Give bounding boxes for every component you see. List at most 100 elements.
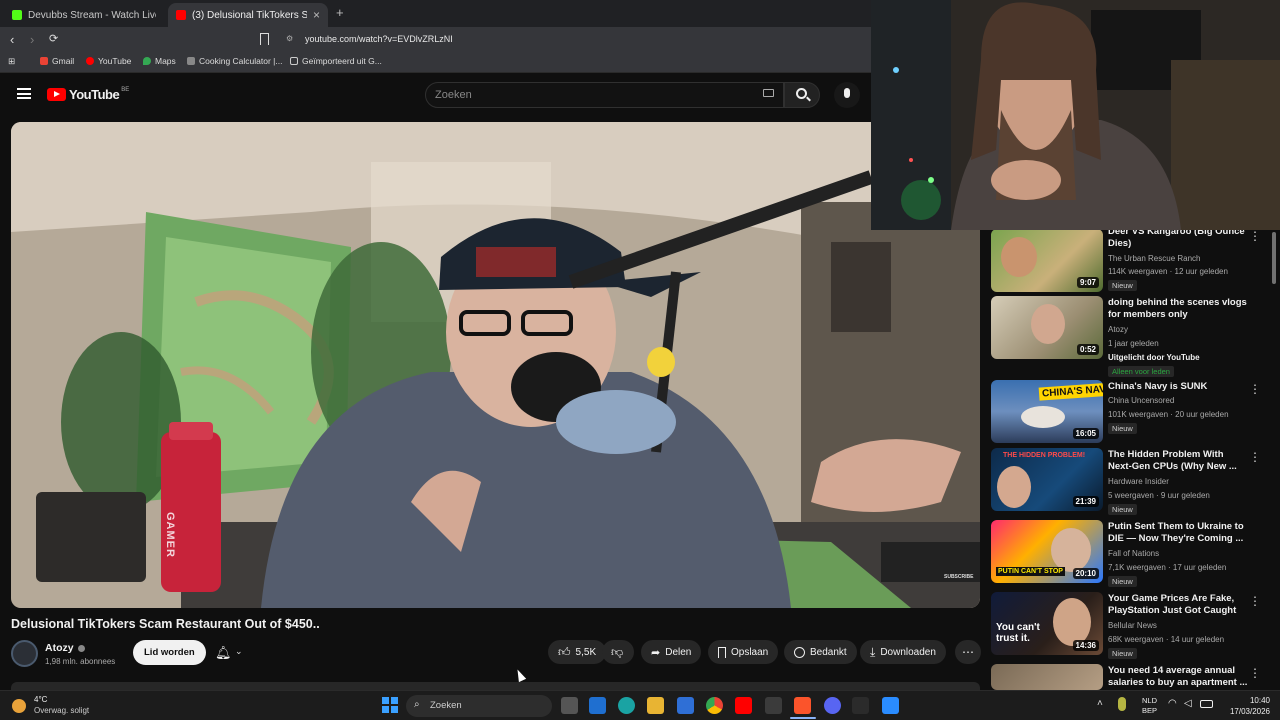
join-button[interactable]: Lid worden [133, 640, 206, 665]
app-icon[interactable] [852, 697, 869, 714]
video-thumbnail[interactable]: PUTIN CAN'T STOP 20:10 [991, 520, 1103, 583]
search-input[interactable]: Zoeken [425, 82, 784, 108]
channel-avatar[interactable] [11, 640, 38, 667]
bookmark-label: Gmail [52, 56, 75, 66]
language-bottom[interactable]: BEP [1142, 706, 1157, 715]
download-button[interactable]: ⤓ Downloaden [860, 640, 946, 664]
rec-title[interactable]: Putin Sent Them to Ukraine to DIE — Now … [1108, 521, 1248, 545]
rec-channel[interactable]: Bellular News [1108, 621, 1157, 630]
youtube-app-icon[interactable] [735, 697, 752, 714]
search-button[interactable] [784, 82, 820, 108]
more-vertical-icon[interactable]: ⋮ [1249, 382, 1261, 396]
brave-icon[interactable] [794, 697, 811, 714]
voice-search-button[interactable] [834, 82, 860, 108]
youtube-favicon-icon [176, 10, 186, 20]
obs-icon[interactable] [882, 697, 899, 714]
keyboard-icon[interactable] [763, 89, 774, 97]
discord-icon[interactable] [824, 697, 841, 714]
clock-date[interactable]: 17/03/2026 [1220, 707, 1270, 716]
recommendation-item[interactable]: You can't trust it. 14:36 Your Game Pric… [991, 592, 1271, 659]
recommendation-item[interactable]: PUTIN CAN'T STOP 20:10 Putin Sent Them t… [991, 520, 1271, 587]
share-button[interactable]: ➦ Delen [641, 640, 702, 664]
description-box[interactable] [11, 682, 980, 690]
apps-grid-icon[interactable]: ⊞ [8, 56, 15, 67]
rec-title[interactable]: You need 14 average annual salaries to b… [1108, 665, 1248, 689]
video-player[interactable]: GAMER SUBSCRIBE [11, 122, 980, 608]
like-count: 5,5K [575, 646, 597, 658]
bookmark-icon[interactable] [260, 33, 269, 45]
save-button[interactable]: Opslaan [708, 640, 779, 664]
more-actions-button[interactable]: ⋯ [955, 640, 981, 664]
rec-title[interactable]: doing behind the scenes vlogs for member… [1108, 297, 1248, 321]
reload-icon[interactable]: ⟳ [49, 32, 58, 45]
recommendation-item[interactable]: THE HIDDEN PROBLEM! 21:39 The Hidden Pro… [991, 448, 1271, 515]
back-icon[interactable]: ‹ [10, 32, 14, 47]
recommendation-item[interactable]: 9:07 Deer VS Kangaroo (Big Ounce Dies) T… [991, 226, 1271, 295]
wifi-icon[interactable]: ◠ [1168, 698, 1177, 709]
scrollbar-thumb[interactable] [1272, 232, 1276, 284]
clock-time[interactable]: 10:40 [1220, 696, 1270, 705]
edge-icon[interactable] [618, 697, 635, 714]
chevron-up-icon[interactable]: ˄ [1097, 698, 1103, 709]
rec-title[interactable]: China's Navy is SUNK [1108, 381, 1248, 393]
close-tab-icon[interactable]: × [313, 8, 320, 22]
weather-icon[interactable] [12, 699, 26, 713]
site-info-icon[interactable]: ⚙ [286, 34, 293, 43]
bookmark-label: Geïmporteerd uit G... [302, 56, 382, 66]
channel-name-row[interactable]: Atozy [45, 642, 85, 654]
new-badge: Nieuw [1108, 504, 1137, 515]
more-vertical-icon[interactable]: ⋮ [1249, 594, 1261, 608]
taskbar-search-label: Zoeken [430, 700, 462, 711]
mic-tray-icon[interactable] [1118, 697, 1126, 711]
bookmark-folder[interactable]: Geïmporteerd uit G... [290, 56, 382, 66]
new-tab-icon[interactable]: + [336, 5, 344, 20]
forward-icon[interactable]: › [30, 32, 34, 47]
tab-devubbs[interactable]: Devubbs Stream - Watch Live on [4, 3, 164, 27]
taskbar-search[interactable]: ⌕ Zoeken [406, 695, 552, 717]
task-view-icon[interactable] [561, 697, 578, 714]
bookmark-gmail[interactable]: Gmail [40, 56, 74, 66]
rec-title[interactable]: The Hidden Problem With Next-Gen CPUs (W… [1108, 449, 1248, 473]
menu-icon[interactable] [17, 88, 31, 99]
rec-channel[interactable]: China Uncensored [1108, 396, 1174, 405]
rec-channel[interactable]: Atozy [1108, 325, 1128, 334]
bookmark-youtube[interactable]: YouTube [86, 56, 131, 66]
more-vertical-icon[interactable]: ⋮ [1249, 450, 1261, 464]
recommendation-item[interactable]: CHINA'S NAVY 16:05 China's Navy is SUNK … [991, 380, 1271, 446]
calculator-icon[interactable] [765, 697, 782, 714]
file-explorer-icon[interactable] [647, 697, 664, 714]
rec-title[interactable]: Your Game Prices Are Fake, PlayStation J… [1108, 593, 1248, 617]
tab-youtube[interactable]: (3) Delusional TikTokers Scam × [168, 3, 328, 27]
rec-channel[interactable]: Hardware Insider [1108, 477, 1169, 486]
video-thumbnail[interactable] [991, 664, 1103, 690]
language-top[interactable]: NLD [1142, 696, 1157, 705]
rec-channel[interactable]: Fall of Nations [1108, 549, 1159, 558]
windows-start-icon[interactable] [382, 697, 398, 713]
video-thumbnail[interactable]: THE HIDDEN PROBLEM! 21:39 [991, 448, 1103, 511]
bookmark-maps[interactable]: Maps [143, 56, 176, 66]
more-vertical-icon[interactable]: ⋮ [1249, 666, 1261, 680]
video-thumbnail[interactable]: 9:07 [991, 229, 1103, 292]
volume-icon[interactable]: ◁ [1184, 698, 1192, 709]
rec-stats: 114K weergaven · 12 uur geleden [1108, 267, 1228, 276]
recommendation-item[interactable]: You need 14 average annual salaries to b… [991, 664, 1271, 690]
thanks-button[interactable]: Bedankt [784, 640, 857, 664]
video-thumbnail[interactable]: CHINA'S NAVY 16:05 [991, 380, 1103, 443]
youtube-logo[interactable]: YouTube BE [47, 87, 129, 102]
video-thumbnail[interactable]: 0:52 [991, 296, 1103, 359]
battery-icon[interactable] [1200, 700, 1213, 708]
more-vertical-icon[interactable]: ⋮ [1249, 229, 1261, 243]
store-icon[interactable] [589, 697, 606, 714]
video-thumbnail[interactable]: You can't trust it. 14:36 [991, 592, 1103, 655]
chrome-icon[interactable] [706, 697, 723, 714]
dislike-button[interactable]: 👎︎ [602, 640, 634, 664]
mail-icon[interactable] [677, 697, 694, 714]
like-button[interactable]: 👍︎ 5,5K [548, 640, 607, 664]
address-bar[interactable]: youtube.com/watch?v=EVDlvZRLzNI [305, 34, 453, 44]
maps-icon [143, 57, 151, 65]
rec-channel[interactable]: The Urban Rescue Ranch [1108, 254, 1201, 263]
recommendation-item[interactable]: 0:52 doing behind the scenes vlogs for m… [991, 296, 1271, 377]
webcam-overlay [871, 0, 1280, 230]
notification-bell-button[interactable]: 🔔︎ ⌄ [212, 642, 252, 664]
bookmark-cooking[interactable]: Cooking Calculator |... [187, 56, 282, 66]
